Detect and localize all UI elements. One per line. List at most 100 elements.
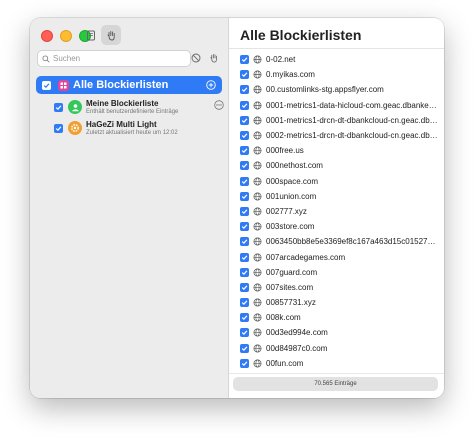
checkmark-icon <box>241 300 248 306</box>
domain-name: 00d3ed994e.com <box>266 328 328 338</box>
entry-checkbox[interactable] <box>240 100 249 110</box>
minimize-button[interactable] <box>60 30 72 42</box>
globe-icon <box>253 161 262 170</box>
checkmark-icon <box>241 163 248 169</box>
list-name: HaGeZi Multi Light <box>86 120 157 129</box>
hand-button[interactable] <box>101 25 121 45</box>
divider <box>229 373 444 374</box>
app-window: Alle Blockierlisten Meine Blockierliste … <box>30 18 444 398</box>
hand-icon <box>210 53 217 63</box>
list-item[interactable]: 000free.us <box>229 143 444 158</box>
entry-checkbox[interactable] <box>240 282 249 292</box>
divider <box>229 48 444 49</box>
list-item[interactable]: 008k.com <box>229 310 444 325</box>
checkmark-icon <box>241 315 248 321</box>
prohibited-icon <box>191 53 201 63</box>
list-item[interactable]: 00d3ed994e.com <box>229 325 444 340</box>
entry-checkbox[interactable] <box>240 298 249 308</box>
close-button[interactable] <box>41 30 53 42</box>
domain-name: 002777.xyz <box>266 206 307 216</box>
list-item[interactable]: 007sites.com <box>229 280 444 295</box>
checkmark-icon <box>241 346 248 351</box>
list-item[interactable]: 0063450bb8e5e3369ef8c167a463d15c015272..… <box>229 234 444 249</box>
domain-name: 003store.com <box>266 222 315 232</box>
entry-checkbox[interactable] <box>240 267 249 277</box>
list-item[interactable]: 003store.com <box>229 219 444 234</box>
list-item[interactable]: 00.customlinks-stg.appsflyer.com <box>229 82 444 97</box>
list-item[interactable]: 001union.com <box>229 189 444 204</box>
domain-name: 0001-metrics1-data-hicloud-com.geac.dban… <box>266 100 438 110</box>
search-input[interactable] <box>50 52 173 65</box>
list-item[interactable]: 000space.com <box>229 174 444 189</box>
domain-name: 0002-metrics1-drcn-dt-dbankcloud-cn.geac… <box>266 131 438 141</box>
globe-icon <box>253 146 262 155</box>
list-item[interactable]: 0001-metrics1-drcn-dt-dbankcloud-cn.geac… <box>229 113 444 128</box>
list-item[interactable]: 0002-metrics1-drcn-dt-dbankcloud-cn.geac… <box>229 128 444 143</box>
list-item[interactable]: 0-02.net <box>229 52 444 67</box>
list-item[interactable]: 00d84987c0.com <box>229 341 444 356</box>
sidebar-toggle-button[interactable] <box>81 25 101 45</box>
list-item[interactable]: 007arcadegames.com <box>229 249 444 264</box>
entry-checkbox[interactable] <box>240 358 249 368</box>
block-button[interactable] <box>189 51 203 65</box>
entry-checkbox[interactable] <box>240 206 249 216</box>
search-field[interactable] <box>37 50 191 67</box>
domain-name: 0001-metrics1-drcn-dt-dbankcloud-cn.geac… <box>266 115 438 125</box>
globe-icon <box>253 268 262 277</box>
list-item[interactable]: 00fun.com <box>229 356 444 371</box>
checkmark-icon <box>43 82 50 88</box>
sidebar-item-my-blocklist[interactable]: Meine Blockierliste Enthält benutzerdefi… <box>54 97 224 119</box>
globe-icon <box>253 359 262 368</box>
list-checkbox[interactable] <box>54 124 63 133</box>
globe-icon <box>253 283 262 292</box>
domain-name: 000free.us <box>266 146 304 156</box>
domain-name: 001union.com <box>266 191 317 201</box>
list-item[interactable]: 0001-metrics1-data-hicloud-com.geac.dban… <box>229 98 444 113</box>
entry-checkbox[interactable] <box>240 237 249 247</box>
list-item[interactable]: 0.myikas.com <box>229 67 444 82</box>
domain-name: 00d84987c0.com <box>266 343 328 353</box>
domain-name: 00.customlinks-stg.appsflyer.com <box>266 85 384 95</box>
entry-checkbox[interactable] <box>240 313 249 323</box>
checkmark-icon <box>241 133 248 139</box>
globe-icon <box>253 177 262 186</box>
more-options-icon[interactable] <box>214 100 224 110</box>
sidebar-item-all-lists[interactable]: Alle Blockierlisten <box>36 76 222 94</box>
list-item[interactable]: 002777.xyz <box>229 204 444 219</box>
checkmark-icon <box>241 148 248 154</box>
entry-checkbox[interactable] <box>240 85 249 95</box>
all-lists-checkbox[interactable] <box>42 80 51 90</box>
checkmark-icon <box>241 72 248 78</box>
checkmark-icon <box>55 126 62 132</box>
list-item[interactable]: 007guard.com <box>229 265 444 280</box>
globe-icon <box>253 313 262 322</box>
list-subtitle: Enthält benutzerdefinierte Einträge <box>86 109 179 115</box>
checkmark-icon <box>241 118 248 123</box>
entry-checkbox[interactable] <box>240 55 249 65</box>
entry-checkbox[interactable] <box>240 222 249 232</box>
list-checkbox[interactable] <box>54 103 63 112</box>
main-content: Alle Blockierlisten 0-02.net 0.myikas.com… <box>229 18 444 398</box>
sidebar-item-hagezi-multi-light[interactable]: HaGeZi Multi Light Zuletzt aktualisiert … <box>54 118 224 140</box>
entry-checkbox[interactable] <box>240 252 249 262</box>
entry-checkbox[interactable] <box>240 115 249 125</box>
checkmark-icon <box>241 330 248 336</box>
entry-checkbox[interactable] <box>240 176 249 186</box>
entry-checkbox[interactable] <box>240 70 249 80</box>
domain-name: 000nethost.com <box>266 161 323 171</box>
add-list-icon[interactable] <box>206 80 216 90</box>
allow-button[interactable] <box>207 51 221 65</box>
domain-name: 00fun.com <box>266 358 304 368</box>
grid-icon <box>58 79 69 91</box>
entry-checkbox[interactable] <box>240 328 249 338</box>
globe-icon <box>253 253 262 261</box>
entry-checkbox[interactable] <box>240 343 249 353</box>
domain-name: 007sites.com <box>266 282 314 292</box>
entry-checkbox[interactable] <box>240 146 249 156</box>
domain-name: 0063450bb8e5e3369ef8c167a463d15c015272..… <box>266 237 438 247</box>
list-item[interactable]: 00857731.xyz <box>229 295 444 310</box>
entry-checkbox[interactable] <box>240 131 249 141</box>
entry-checkbox[interactable] <box>240 191 249 201</box>
list-item[interactable]: 000nethost.com <box>229 158 444 173</box>
entry-checkbox[interactable] <box>240 161 249 171</box>
